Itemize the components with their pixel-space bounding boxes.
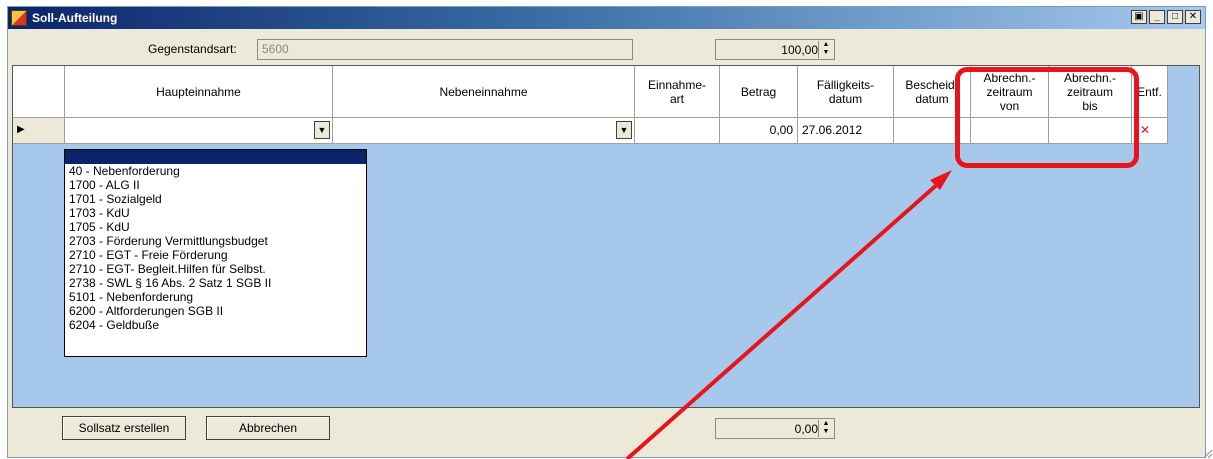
chevron-down-icon[interactable]: ▼ <box>314 121 330 139</box>
app-icon <box>11 10 27 26</box>
row-header-corner <box>13 66 65 118</box>
sollsatz-erstellen-button[interactable]: Sollsatz erstellen <box>62 416 186 440</box>
betrag-cell[interactable]: 0,00 <box>720 118 798 144</box>
minimize-icon[interactable]: _ <box>1149 10 1165 24</box>
spinner-arrows-icon[interactable]: ▲ ▼ <box>818 41 833 58</box>
maximize-icon[interactable]: □ <box>1167 10 1183 24</box>
faelligkeitsdatum-cell[interactable]: 27.06.2012 <box>798 118 894 144</box>
dropdown-item[interactable]: 2710 - EGT - Freie Förderung <box>65 248 366 262</box>
dropdown-item[interactable]: 2703 - Förderung Vermittlungsbudget <box>65 234 366 248</box>
dropdown-selected-empty-item[interactable] <box>65 150 366 164</box>
chevron-down-icon[interactable]: ▼ <box>616 121 632 139</box>
resize-grip-icon[interactable] <box>1201 447 1213 459</box>
column-header-nebeneinnahme[interactable]: Nebeneinnahme <box>333 66 635 118</box>
close-icon[interactable]: ✕ <box>1185 10 1201 24</box>
dropdown-item[interactable]: 5101 - Nebenforderung <box>65 290 366 304</box>
einnahmeart-cell[interactable] <box>635 118 720 144</box>
haupteinnahme-dropdown-list[interactable]: 40 - Nebenforderung 1700 - ALG II 1701 -… <box>64 149 367 357</box>
title-bar: Soll-Aufteilung ▣ _ □ ✕ <box>8 7 1205 29</box>
amount-bottom-value: 0,00 <box>794 422 818 436</box>
dropdown-item[interactable]: 1703 - KdU <box>65 206 366 220</box>
abbrechen-button[interactable]: Abbrechen <box>206 416 330 440</box>
column-header-betrag[interactable]: Betrag <box>720 66 798 118</box>
dropdown-item[interactable]: 6204 - Geldbuße <box>65 318 366 332</box>
gegenstandsart-field[interactable]: 5600 <box>257 39 633 60</box>
row-indicator[interactable]: ▶ <box>13 118 65 144</box>
amount-top-value: 100,00 <box>781 43 818 57</box>
window-title: Soll-Aufteilung <box>32 11 118 25</box>
highlight-box <box>955 67 1139 168</box>
dropdown-item[interactable]: 1700 - ALG II <box>65 178 366 192</box>
print-icon[interactable]: ▣ <box>1131 10 1147 24</box>
column-header-einnahmeart[interactable]: Einnahme- art <box>635 66 720 118</box>
haupteinnahme-combo[interactable]: ▼ <box>65 118 333 144</box>
dropdown-item[interactable]: 1705 - KdU <box>65 220 366 234</box>
dropdown-item[interactable]: 6200 - Altforderungen SGB II <box>65 304 366 318</box>
nebeneinnahme-combo[interactable]: ▼ <box>333 118 635 144</box>
dropdown-item[interactable]: 40 - Nebenforderung <box>65 164 366 178</box>
dropdown-item[interactable]: 2710 - EGT- Begleit.Hilfen für Selbst. <box>65 262 366 276</box>
dropdown-item[interactable]: 1701 - Sozialgeld <box>65 192 366 206</box>
spinner-arrows-icon[interactable]: ▲ ▼ <box>818 420 833 437</box>
column-header-haupteinnahme[interactable]: Haupteinnahme <box>65 66 333 118</box>
amount-top-spinner[interactable]: 100,00 ▲ ▼ <box>715 39 835 60</box>
dropdown-item[interactable]: 2738 - SWL § 16 Abs. 2 Satz 1 SGB II <box>65 276 366 290</box>
column-header-faelligkeitsdatum[interactable]: Fälligkeits- datum <box>798 66 894 118</box>
amount-bottom-spinner[interactable]: 0,00 ▲ ▼ <box>715 418 835 439</box>
gegenstandsart-label: Gegenstandsart: <box>148 42 237 56</box>
